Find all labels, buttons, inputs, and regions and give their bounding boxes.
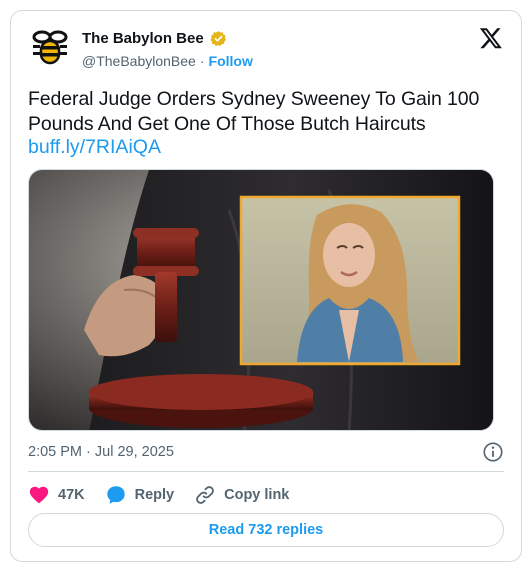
judge-gavel-illustration — [29, 170, 493, 430]
tweet-time: 2:05 PM — [28, 444, 82, 460]
copy-link-button[interactable]: Copy link — [194, 484, 289, 506]
verified-badge-icon — [210, 31, 226, 47]
read-replies-button[interactable]: Read 732 replies — [28, 513, 504, 547]
tweet-timestamp[interactable]: 2:05 PM · Jul 29, 2025 — [28, 444, 174, 460]
tweet-media-image[interactable] — [28, 169, 494, 431]
like-button[interactable]: 47K — [28, 484, 85, 506]
meta-separator: · — [86, 444, 91, 460]
author-display-name[interactable]: The Babylon Bee — [82, 30, 204, 47]
link-icon — [196, 486, 214, 504]
author-handle-row: @TheBabylonBee · Follow — [82, 53, 253, 69]
x-logo-icon[interactable] — [479, 26, 503, 50]
author-handle[interactable]: @TheBabylonBee — [82, 53, 196, 69]
copy-link-label: Copy link — [224, 487, 290, 503]
like-count: 47K — [58, 487, 85, 503]
action-bar: 47K Reply Copy link — [28, 481, 309, 509]
reply-label: Reply — [134, 487, 175, 503]
follow-button[interactable]: Follow — [209, 53, 253, 69]
tweet-date: Jul 29, 2025 — [94, 444, 174, 460]
author-name-row: The Babylon Bee — [82, 30, 227, 47]
tweet-text: Federal Judge Orders Sydney Sweeney To G… — [28, 88, 480, 135]
heart-icon — [29, 486, 49, 504]
bee-logo-icon[interactable] — [28, 24, 72, 68]
reply-bubble-icon — [106, 486, 125, 504]
reply-button[interactable]: Reply — [105, 484, 175, 506]
info-icon[interactable] — [482, 441, 504, 463]
tweet-card: The Babylon Bee @TheBabylonBee · Follow … — [10, 10, 522, 562]
divider — [28, 471, 504, 472]
handle-separator: · — [199, 53, 205, 69]
tweet-link[interactable]: buff.ly/7RIAiQA — [28, 135, 161, 160]
